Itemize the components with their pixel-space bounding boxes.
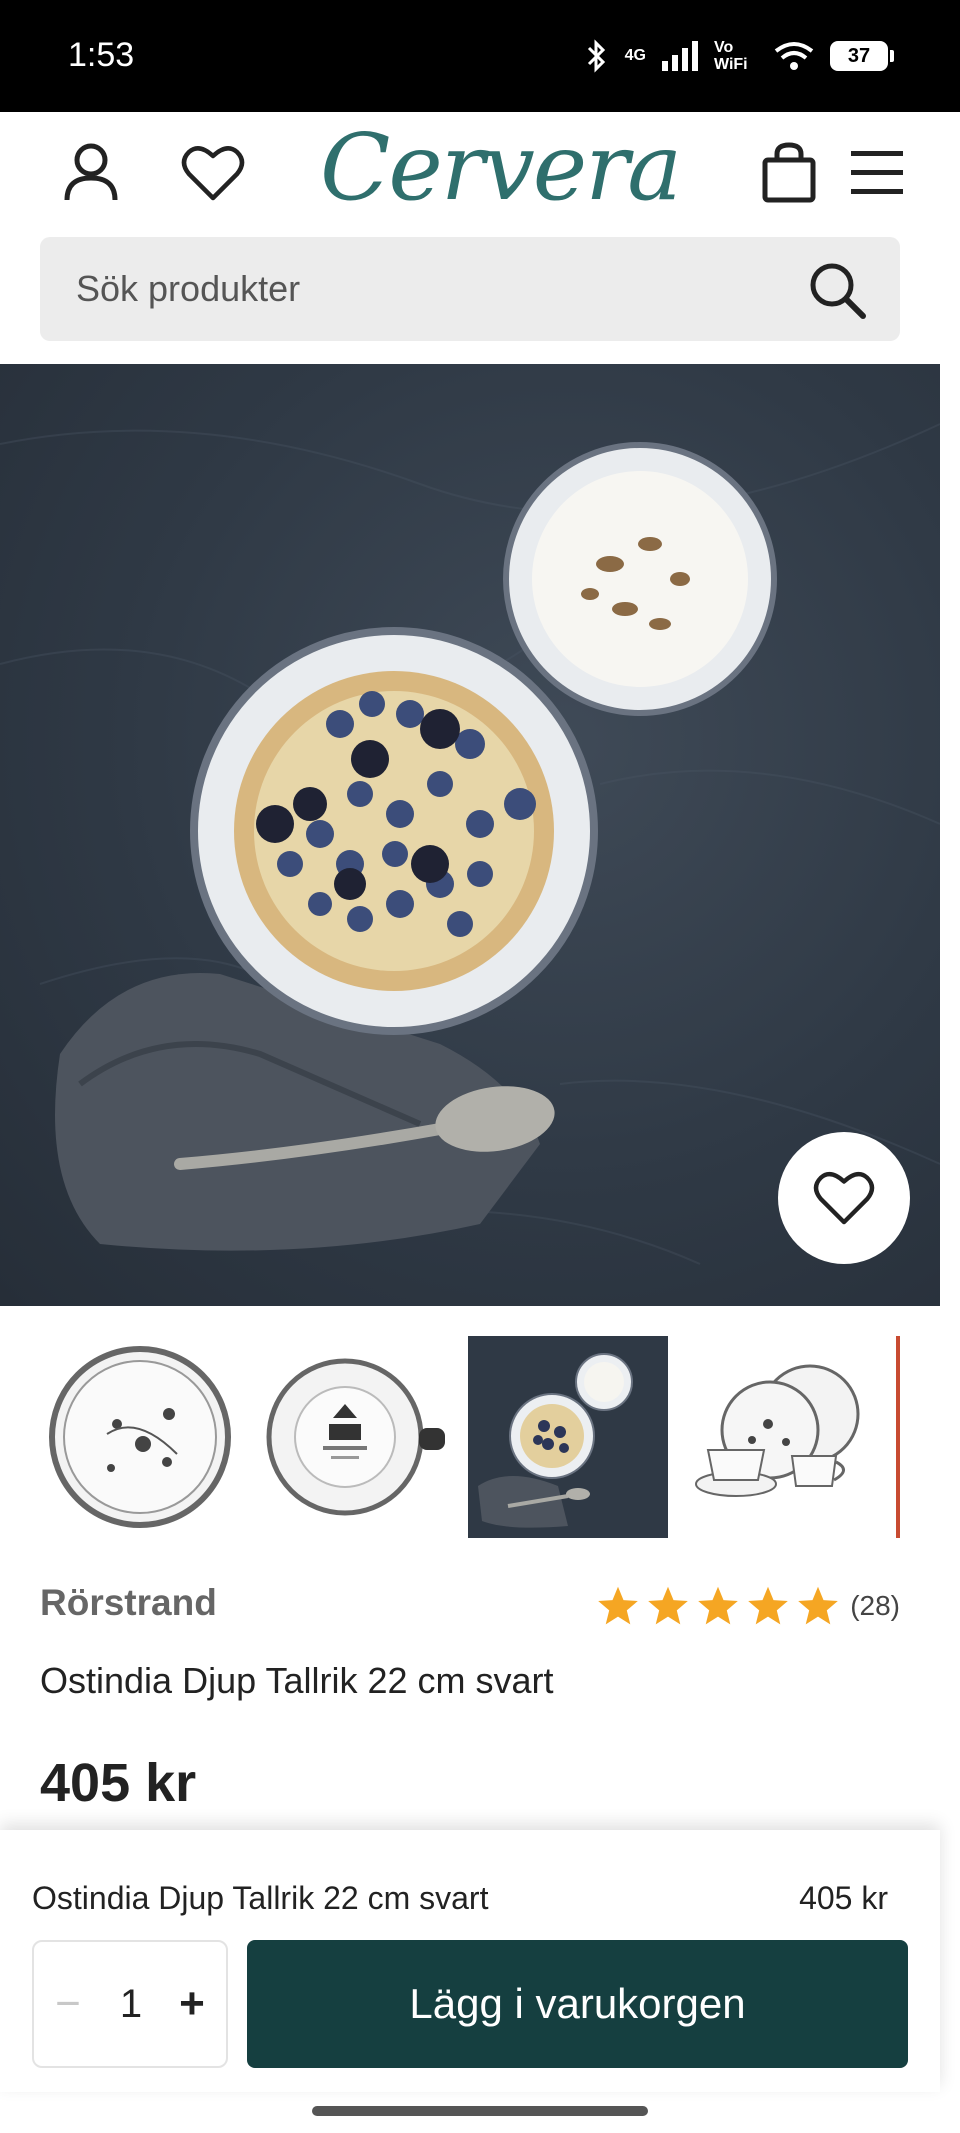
star-icon xyxy=(598,1586,639,1625)
rating-count: (28) xyxy=(850,1590,900,1621)
search-bar xyxy=(40,237,900,341)
wifi-calling-label: Vo WiFi xyxy=(714,39,748,73)
next-thumbnail-edge[interactable] xyxy=(896,1336,900,1538)
search-icon[interactable] xyxy=(808,261,866,319)
favorite-heart-button[interactable] xyxy=(778,1132,910,1264)
lifestyle-image xyxy=(478,1353,633,1528)
product-title: Ostindia Djup Tallrik 22 cm svart xyxy=(40,1660,554,1701)
status-time: 1:53 xyxy=(68,36,135,74)
star-icon xyxy=(748,1586,789,1625)
sticky-product-price: 405 kr xyxy=(799,1880,888,1916)
home-indicator[interactable] xyxy=(312,2106,648,2116)
product-price: 405 kr xyxy=(40,1753,197,1813)
wishlist-heart-icon[interactable] xyxy=(178,138,248,208)
quantity-stepper: − 1 + xyxy=(32,1940,228,2068)
heart-icon xyxy=(813,1172,875,1225)
star-icon xyxy=(798,1586,839,1625)
status-icons: 4G Vo WiFi 37 xyxy=(581,32,894,80)
sticky-product-title: Ostindia Djup Tallrik 22 cm svart xyxy=(32,1880,489,1916)
quantity-increase-button[interactable]: + xyxy=(164,1942,220,2066)
quantity-value[interactable]: 1 xyxy=(96,1942,166,2066)
signal-icon xyxy=(662,41,698,71)
sticky-add-to-cart-bar: Ostindia Djup Tallrik 22 cm svart 405 kr… xyxy=(0,1830,940,2092)
plate-back-image xyxy=(266,1358,445,1516)
thumb-plate-floral[interactable] xyxy=(40,1336,240,1538)
quantity-decrease-button[interactable]: − xyxy=(40,1942,96,2066)
product-rating[interactable]: (28) xyxy=(596,1584,900,1628)
site-logo[interactable]: Cervera xyxy=(320,118,682,218)
network-label: 4G xyxy=(624,47,646,64)
site-header: Cervera xyxy=(0,112,960,232)
plate-floral-image xyxy=(49,1346,231,1528)
thumb-lifestyle[interactable] xyxy=(468,1336,668,1538)
search-input[interactable] xyxy=(76,237,776,341)
star-icon xyxy=(698,1586,739,1625)
thumb-plate-back[interactable] xyxy=(252,1336,452,1538)
wifi-icon xyxy=(774,42,814,70)
set-image xyxy=(695,1364,860,1497)
bluetooth-icon xyxy=(587,39,605,73)
add-to-cart-button[interactable]: Lägg i varukorgen xyxy=(247,1940,908,2068)
account-icon[interactable] xyxy=(56,138,126,208)
product-brand[interactable]: Rörstrand xyxy=(40,1582,217,1624)
menu-icon[interactable] xyxy=(842,138,912,208)
thumb-set[interactable] xyxy=(680,1336,880,1538)
thumbnail-strip xyxy=(40,1336,900,1538)
star-icon xyxy=(648,1586,689,1625)
battery-icon: 37 xyxy=(830,41,894,71)
status-bar: 1:53 4G Vo WiFi 37 xyxy=(0,0,960,112)
cart-bag-icon[interactable] xyxy=(754,138,824,208)
